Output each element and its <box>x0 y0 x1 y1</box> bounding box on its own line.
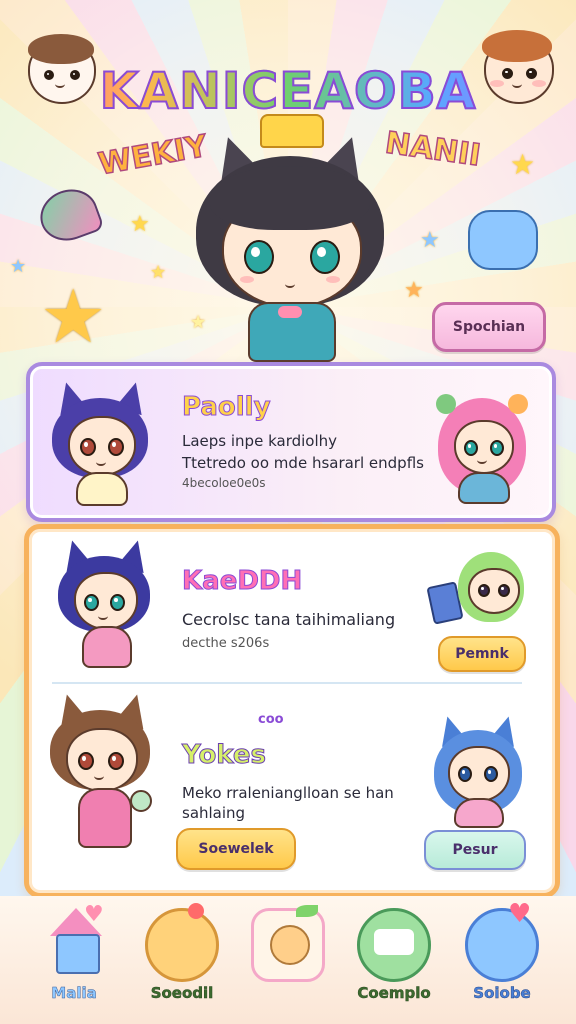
nav-label-home: Malia <box>51 984 97 1003</box>
entry2-right-button[interactable]: Pesur <box>424 830 526 870</box>
profile-avatar-icon <box>251 905 325 982</box>
entry2-button[interactable]: Soewelek <box>176 828 296 870</box>
hero-character <box>180 110 400 362</box>
speech-bubble-icon <box>468 210 538 270</box>
bread-icon <box>145 903 219 982</box>
nav-item-home[interactable]: ♥ Malia <box>24 902 124 1018</box>
star-icon: ★ <box>420 228 440 253</box>
entry2-line-1: Meko rralenianglloan se han <box>182 784 394 802</box>
corner-character-right <box>476 22 562 118</box>
card-line-2: Ttetredo oo mde hsararl endpfls <box>182 454 424 472</box>
card-line-1: Laeps inpe kardiolhy <box>182 432 338 450</box>
star-icon: ★ <box>510 148 536 181</box>
heart-bubble-icon: ♥ <box>465 899 539 982</box>
entry1-side-character <box>426 548 526 634</box>
nav-label-chat: Coemplo <box>357 984 431 1003</box>
entry1-line-1: Cecrolsc tana taihimaliang <box>182 610 396 629</box>
entry2-side-character <box>430 713 526 828</box>
star-icon: ★ <box>10 256 27 277</box>
nav-label-favorites: Soiobe <box>473 984 531 1003</box>
nav-label-social: Soeodil <box>150 984 214 1003</box>
list-divider <box>52 682 522 684</box>
home-icon: ♥ <box>40 902 108 976</box>
nav-item-profile[interactable] <box>238 905 338 1018</box>
star-icon: ★ <box>130 212 150 237</box>
card-character-pink <box>436 394 528 504</box>
card-line-3: 4becoloe0e0s <box>182 476 266 490</box>
card-character-purple <box>46 378 154 506</box>
entry1-button[interactable]: Pemnk <box>438 636 526 672</box>
entry2-heading: Yokes <box>181 740 267 771</box>
chat-icon <box>357 908 431 982</box>
entry2-badge: coo <box>258 712 284 727</box>
card-heading: Paolly <box>182 392 272 423</box>
entry1-line-2: decthe s206s <box>182 636 270 651</box>
crown-icon <box>260 114 324 148</box>
nav-item-chat[interactable]: Coemplo <box>344 908 444 1018</box>
star-icon: ★ <box>150 262 167 283</box>
spotlight-button[interactable]: Spochian <box>432 302 546 352</box>
entry1-heading: KaeDDH <box>181 566 303 597</box>
nav-item-favorites[interactable]: ♥ Soiobe <box>452 899 552 1018</box>
star-icon: ★ <box>404 278 424 303</box>
corner-character-left <box>22 26 102 116</box>
entry2-line-2: sahlaing <box>182 804 246 822</box>
bottom-nav: ♥ Malia Soeodil Coemplo ♥ Soiobe <box>0 896 576 1024</box>
star-icon: ★ <box>40 274 107 360</box>
entry1-character <box>52 536 156 670</box>
entry2-character <box>44 690 156 870</box>
nav-item-social[interactable]: Soeodil <box>132 903 232 1018</box>
